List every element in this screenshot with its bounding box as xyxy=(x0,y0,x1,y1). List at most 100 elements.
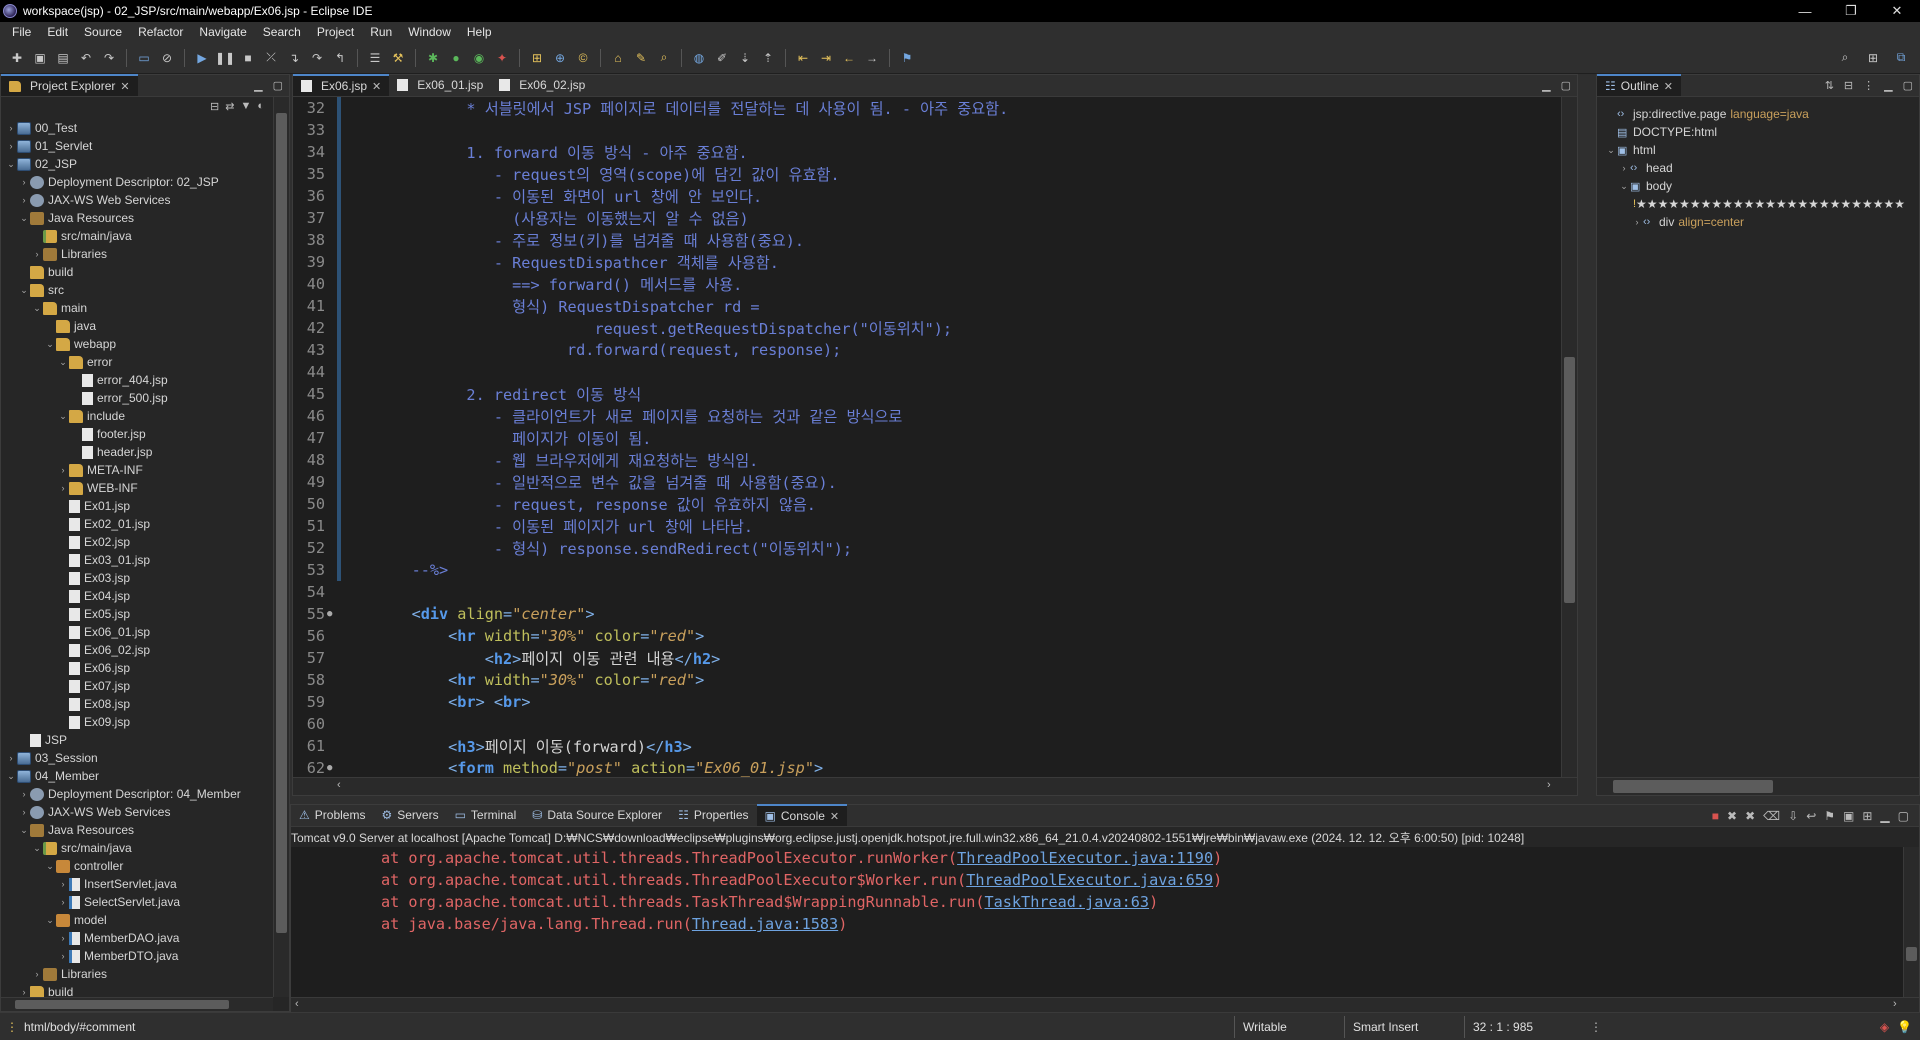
tree-item[interactable]: Ex05.jsp xyxy=(1,605,273,623)
menu-help[interactable]: Help xyxy=(459,25,500,39)
tree-item[interactable]: build xyxy=(1,263,273,281)
collapsed-chevron-icon[interactable]: › xyxy=(5,141,17,151)
collapsed-chevron-icon[interactable]: › xyxy=(57,879,69,889)
console-horizontal-scrollbar[interactable]: ‹ › xyxy=(291,997,1919,1013)
collapsed-chevron-icon[interactable]: › xyxy=(18,195,30,205)
tree-item[interactable]: › JAX-WS Web Services xyxy=(1,803,273,821)
expanded-chevron-icon[interactable]: ⌄ xyxy=(1618,181,1630,192)
outline-item[interactable]: › ‹› head xyxy=(1605,159,1905,177)
tree-item[interactable]: › META-INF xyxy=(1,461,273,479)
display-console-icon[interactable]: ▣ xyxy=(1843,809,1854,823)
editor-vertical-scrollbar[interactable] xyxy=(1561,97,1577,777)
console-output[interactable]: at org.apache.tomcat.util.threads.Thread… xyxy=(291,847,1903,997)
tab-terminal[interactable]: ▭ Terminal xyxy=(447,804,525,826)
minimize-icon[interactable]: ▁ xyxy=(1884,79,1892,92)
next-annotation-icon[interactable]: ⇣ xyxy=(736,50,754,66)
scroll-thumb[interactable] xyxy=(1613,780,1773,793)
tree-item[interactable]: error_404.jsp xyxy=(1,371,273,389)
scroll-thumb[interactable] xyxy=(15,1000,229,1009)
tree-item[interactable]: ⌄ 02_JSP xyxy=(1,155,273,173)
scroll-left-icon[interactable]: ‹ xyxy=(295,998,299,1010)
back-icon[interactable]: ← xyxy=(840,50,858,66)
focus-icon[interactable]: ◐ xyxy=(257,100,264,113)
tree-item[interactable]: Ex08.jsp xyxy=(1,695,273,713)
fold-marker-icon[interactable]: ● xyxy=(327,609,337,619)
tree-item[interactable]: Ex09.jsp xyxy=(1,713,273,731)
restore-window-icon[interactable]: ❐ xyxy=(1828,0,1874,22)
collapsed-chevron-icon[interactable]: › xyxy=(31,249,43,259)
tab-editor-file[interactable]: Ex06_02.jsp xyxy=(491,74,593,96)
server-icon[interactable]: ☰ xyxy=(366,50,384,66)
pin-editor-icon[interactable]: ⚑ xyxy=(898,50,916,66)
prev-annotation-icon[interactable]: ⇡ xyxy=(759,50,777,66)
search-icon[interactable]: ⌕ xyxy=(1836,50,1854,66)
stack-trace-link[interactable]: TaskThread.java:63 xyxy=(984,893,1149,911)
tree-item[interactable]: src/main/java xyxy=(1,227,273,245)
collapsed-chevron-icon[interactable]: › xyxy=(57,951,69,961)
tree-item[interactable]: footer.jsp xyxy=(1,425,273,443)
collapsed-chevron-icon[interactable]: › xyxy=(57,933,69,943)
collapsed-chevron-icon[interactable]: › xyxy=(57,897,69,907)
link-editor-icon[interactable]: ⇄ xyxy=(225,100,234,113)
editor-horizontal-scrollbar[interactable]: ‹ › xyxy=(293,777,1577,795)
tab-editor-file[interactable]: Ex06_01.jsp xyxy=(389,74,491,96)
external-tools-icon[interactable]: ✦ xyxy=(493,50,511,66)
suspend-icon[interactable]: ❚❚ xyxy=(215,50,235,66)
minimize-icon[interactable]: ▁ xyxy=(1880,809,1889,823)
minimize-window-icon[interactable]: — xyxy=(1782,0,1828,22)
forward-icon[interactable]: → xyxy=(863,50,881,66)
outline-item[interactable]: ▤ DOCTYPE:html xyxy=(1605,123,1905,141)
expanded-chevron-icon[interactable]: ⌄ xyxy=(31,843,43,854)
coverage-icon[interactable]: ◉ xyxy=(470,50,488,66)
outline-item[interactable]: ⌄ ▣ body xyxy=(1605,177,1905,195)
tree-item[interactable]: ⌄ error xyxy=(1,353,273,371)
maximize-icon[interactable]: ▢ xyxy=(1898,809,1909,823)
step-over-icon[interactable]: ↷ xyxy=(308,50,326,66)
collapsed-chevron-icon[interactable]: › xyxy=(18,789,30,799)
tree-item[interactable]: Ex06.jsp xyxy=(1,659,273,677)
tab-servers[interactable]: ⚙ Servers xyxy=(373,804,446,826)
collapsed-chevron-icon[interactable]: › xyxy=(5,123,17,133)
remove-all-icon[interactable]: ✖ xyxy=(1745,809,1755,823)
expanded-chevron-icon[interactable]: ⌄ xyxy=(57,411,69,422)
pin-console-icon[interactable]: ⚑ xyxy=(1824,809,1835,823)
scroll-left-icon[interactable]: ‹ xyxy=(337,779,341,791)
skip-breakpoints-icon[interactable]: ⊘ xyxy=(158,50,176,66)
tree-item[interactable]: error_500.jsp xyxy=(1,389,273,407)
expanded-chevron-icon[interactable]: ⌄ xyxy=(18,825,30,836)
tree-item[interactable]: ⌄ Java Resources xyxy=(1,209,273,227)
close-icon[interactable]: ✕ xyxy=(372,80,381,93)
open-console-icon[interactable]: ⊞ xyxy=(1862,809,1872,823)
menu-refactor[interactable]: Refactor xyxy=(130,25,191,39)
new-java-project-icon[interactable]: ⊞ xyxy=(528,50,546,66)
explorer-horizontal-scrollbar[interactable] xyxy=(1,997,273,1011)
remove-launch-icon[interactable]: ✖ xyxy=(1727,809,1737,823)
scroll-thumb[interactable] xyxy=(1564,357,1575,603)
outline-item[interactable]: ⌄ ▣ html xyxy=(1605,141,1905,159)
tab-properties[interactable]: ☷ Properties xyxy=(670,804,756,826)
tree-item[interactable]: java xyxy=(1,317,273,335)
save-all-icon[interactable]: ▤ xyxy=(54,50,72,66)
tree-item[interactable]: Ex02.jsp xyxy=(1,533,273,551)
tree-item[interactable]: › InsertServlet.java xyxy=(1,875,273,893)
outline-item[interactable]: ! ★★★★★★★★★★★★★★★★★★★★★★★★★ xyxy=(1605,195,1905,213)
tree-item[interactable]: Ex04.jsp xyxy=(1,587,273,605)
tree-item[interactable]: ⌄ src/main/java xyxy=(1,839,273,857)
collapsed-chevron-icon[interactable]: › xyxy=(5,753,17,763)
collapse-all-icon[interactable]: ⊟ xyxy=(1844,79,1853,92)
open-perspective-icon[interactable]: ⊞ xyxy=(1864,50,1882,66)
collapsed-chevron-icon[interactable]: › xyxy=(18,177,30,187)
new-class-icon[interactable]: © xyxy=(574,50,592,66)
terminal-icon[interactable]: ▭ xyxy=(135,50,153,66)
outline-horizontal-scrollbar[interactable] xyxy=(1597,777,1919,795)
debug-icon[interactable]: ✱ xyxy=(424,50,442,66)
explorer-vertical-scrollbar[interactable] xyxy=(273,97,289,997)
word-wrap-icon[interactable]: ↩ xyxy=(1806,809,1816,823)
clear-console-icon[interactable]: ⌫ xyxy=(1763,809,1780,823)
collapsed-chevron-icon[interactable]: › xyxy=(57,465,69,475)
tree-item[interactable]: Ex01.jsp xyxy=(1,497,273,515)
menu-window[interactable]: Window xyxy=(400,25,459,39)
menu-run[interactable]: Run xyxy=(362,25,400,39)
tab-editor-file[interactable]: Ex06.jsp ✕ xyxy=(293,74,390,96)
tab-data-source-explorer[interactable]: ⛁ Data Source Explorer xyxy=(524,804,670,826)
